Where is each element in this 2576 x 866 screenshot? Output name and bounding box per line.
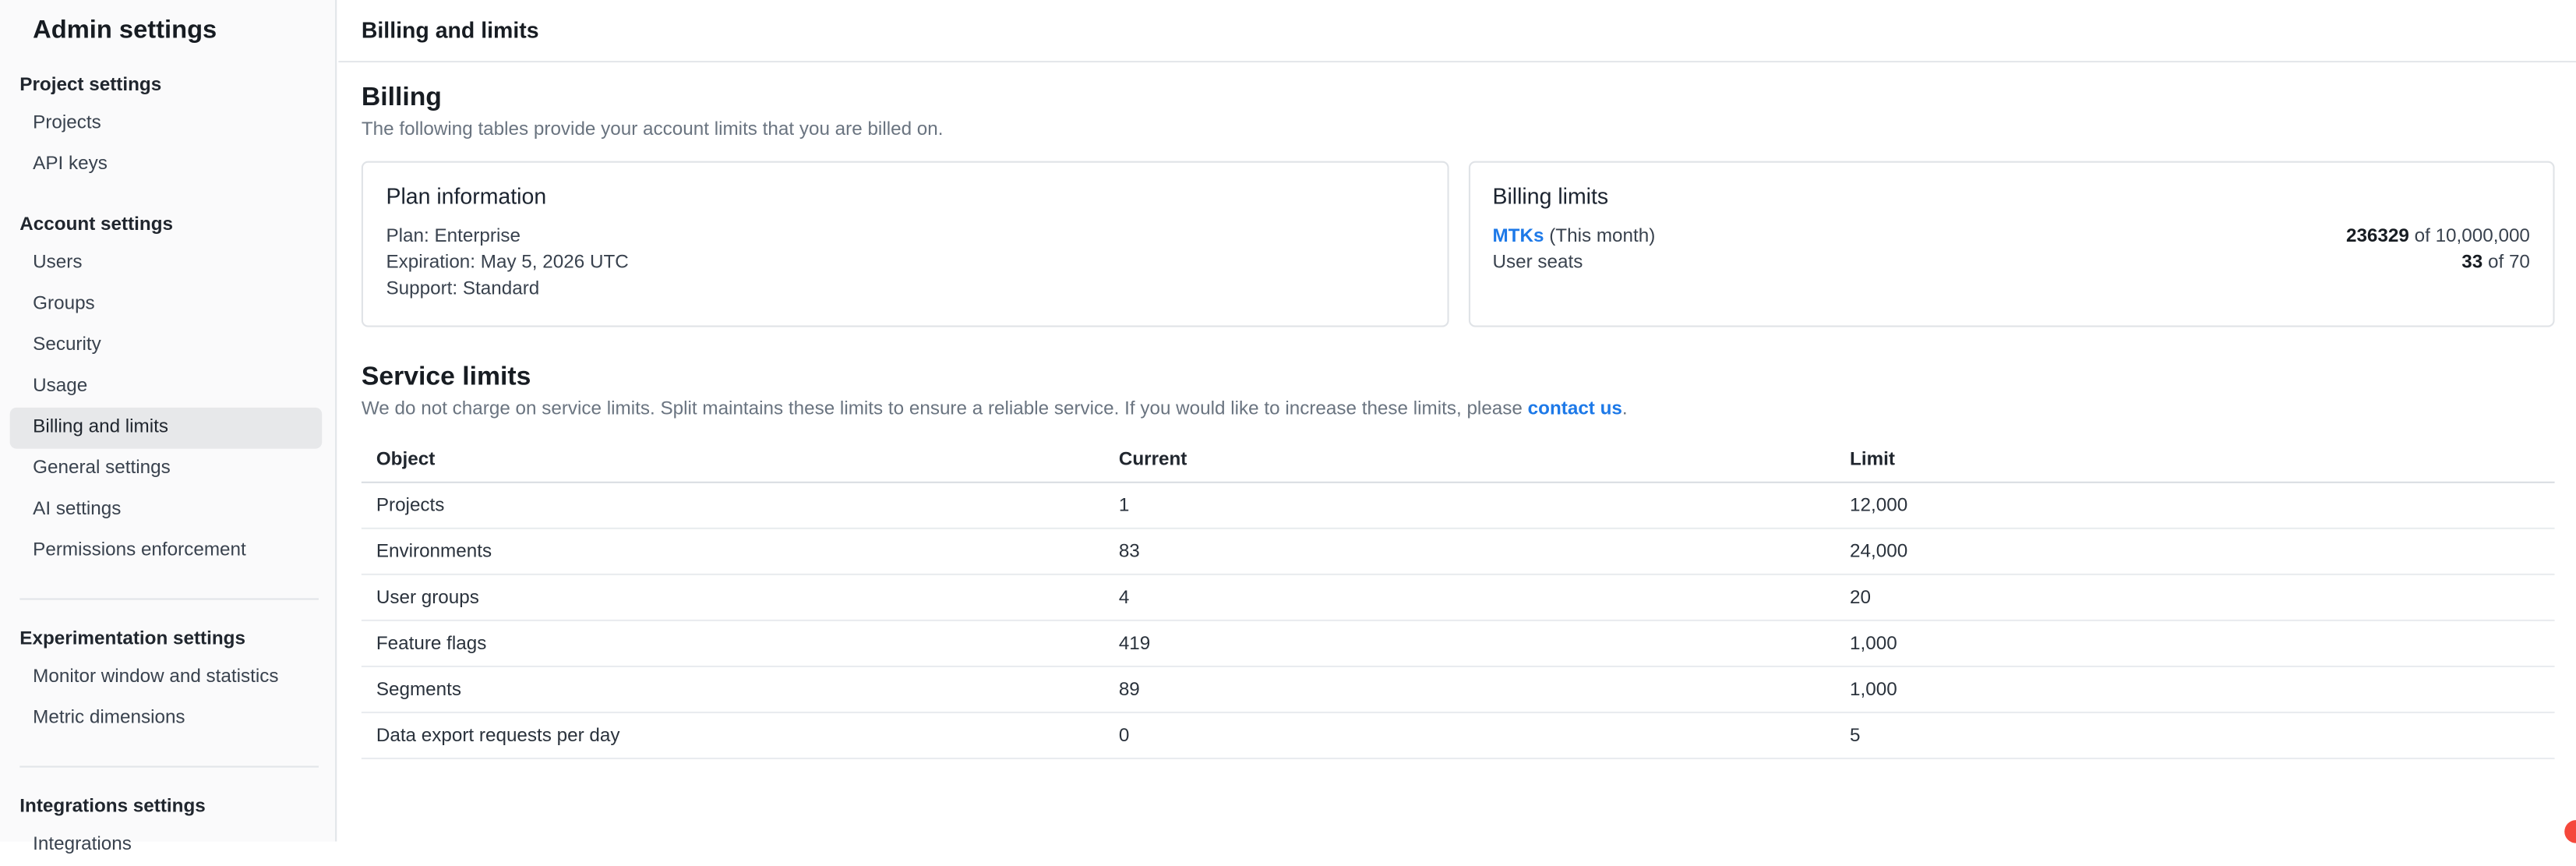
table-row: Segments 89 1,000 — [362, 667, 2555, 713]
limit-cell: 5 — [1835, 726, 2554, 745]
sidebar-item-groups[interactable]: Groups — [0, 285, 335, 326]
limit-cell: 1,000 — [1835, 634, 2554, 653]
sidebar-item-usage[interactable]: Usage — [0, 366, 335, 408]
sidebar-item-integrations[interactable]: Integrations — [0, 825, 335, 866]
sidebar-title: Admin settings — [33, 16, 335, 46]
sidebar-item-security[interactable]: Security — [0, 325, 335, 366]
user-seats-current: 33 — [2461, 253, 2482, 273]
sidebar-item-users[interactable]: Users — [0, 243, 335, 285]
mtks-value: 236329 of 10,000,000 — [2346, 224, 2530, 250]
plan-information-title: Plan information — [386, 184, 1423, 209]
support-line: Support: Standard — [386, 276, 1423, 302]
service-limits-description-text: We do not charge on service limits. Spli… — [362, 399, 1528, 419]
sidebar-section-experimentation-settings: Experimentation settings — [19, 630, 316, 649]
mtks-max: of 10,000,000 — [2409, 227, 2530, 246]
mtks-label: MTKs (This month) — [1492, 224, 1655, 250]
sidebar-item-billing-and-limits[interactable]: Billing and limits — [10, 408, 323, 449]
mtks-limit-row: MTKs (This month) 236329 of 10,000,000 — [1492, 224, 2529, 250]
plan-line: Plan: Enterprise — [386, 224, 1423, 250]
sidebar-divider — [19, 766, 319, 768]
limit-cell: 24,000 — [1835, 542, 2554, 561]
object-cell: Environments — [362, 542, 1104, 561]
mtks-link[interactable]: MTKs — [1492, 227, 1544, 246]
sidebar-section-account-settings: Account settings — [19, 215, 316, 235]
plan-information-card: Plan information Plan: Enterprise Expira… — [362, 161, 1449, 327]
billing-limits-title: Billing limits — [1492, 184, 2529, 209]
current-cell: 419 — [1104, 634, 1835, 653]
admin-settings-page: Admin settings Project settings Projects… — [0, 0, 2576, 842]
sidebar-item-metric-dimensions[interactable]: Metric dimensions — [0, 698, 335, 740]
sidebar-item-projects[interactable]: Projects — [0, 104, 335, 145]
main-panel: Billing and limits Billing The following… — [338, 0, 2576, 842]
sidebar-item-general-settings[interactable]: General settings — [0, 449, 335, 490]
service-limits-section-title: Service limits — [362, 363, 2555, 393]
sidebar-item-api-keys[interactable]: API keys — [0, 145, 335, 186]
limit-cell: 20 — [1835, 588, 2554, 607]
table-row: Projects 1 12,000 — [362, 483, 2555, 529]
contact-us-link[interactable]: contact us — [1528, 399, 1622, 419]
sidebar-item-monitor-window-and-statistics[interactable]: Monitor window and statistics — [0, 657, 335, 698]
table-row: Feature flags 419 1,000 — [362, 621, 2555, 667]
page-title: Billing and limits — [362, 18, 539, 43]
billing-limits-card: Billing limits MTKs (This month) 236329 … — [1468, 161, 2555, 327]
current-cell: 0 — [1104, 726, 1835, 745]
sidebar-item-ai-settings[interactable]: AI settings — [0, 490, 335, 531]
object-cell: Feature flags — [362, 634, 1104, 653]
service-limits-table: Object Current Limit Projects 1 12,000 E… — [362, 439, 2555, 759]
mtks-current: 236329 — [2346, 227, 2409, 246]
table-row: User groups 4 20 — [362, 575, 2555, 621]
object-cell: Projects — [362, 496, 1104, 515]
sidebar-section-project-settings: Project settings — [19, 76, 316, 95]
limit-cell: 12,000 — [1835, 496, 2554, 515]
user-seats-limit-row: User seats 33 of 70 — [1492, 249, 2529, 276]
billing-cards: Plan information Plan: Enterprise Expira… — [362, 161, 2555, 327]
column-header-object: Object — [362, 451, 1104, 470]
current-cell: 1 — [1104, 496, 1835, 515]
sidebar-divider — [19, 598, 319, 599]
user-seats-label: User seats — [1492, 249, 1583, 276]
main-content: Billing The following tables provide you… — [338, 84, 2576, 760]
sidebar-section-integrations-settings: Integrations settings — [19, 797, 316, 817]
column-header-limit: Limit — [1835, 451, 2554, 470]
current-cell: 4 — [1104, 588, 1835, 607]
object-cell: Segments — [362, 680, 1104, 699]
service-limits-description: We do not charge on service limits. Spli… — [362, 399, 2555, 419]
table-row: Data export requests per day 0 5 — [362, 713, 2555, 759]
expiration-line: Expiration: May 5, 2026 UTC — [386, 249, 1423, 276]
user-seats-value: 33 of 70 — [2461, 249, 2530, 276]
column-header-current: Current — [1104, 451, 1835, 470]
billing-section-title: Billing — [362, 84, 2555, 114]
object-cell: Data export requests per day — [362, 726, 1104, 745]
table-row: Environments 83 24,000 — [362, 529, 2555, 575]
service-limits-description-period: . — [1622, 399, 1628, 419]
sidebar: Admin settings Project settings Projects… — [0, 0, 337, 842]
billing-section-description: The following tables provide your accoun… — [362, 120, 2555, 140]
page-header: Billing and limits — [338, 0, 2576, 62]
user-seats-max: of 70 — [2482, 253, 2530, 273]
current-cell: 89 — [1104, 680, 1835, 699]
limit-cell: 1,000 — [1835, 680, 2554, 699]
current-cell: 83 — [1104, 542, 1835, 561]
table-header-row: Object Current Limit — [362, 439, 2555, 483]
mtks-label-rest: (This month) — [1544, 227, 1656, 246]
sidebar-item-permissions-enforcement[interactable]: Permissions enforcement — [0, 531, 335, 572]
object-cell: User groups — [362, 588, 1104, 607]
